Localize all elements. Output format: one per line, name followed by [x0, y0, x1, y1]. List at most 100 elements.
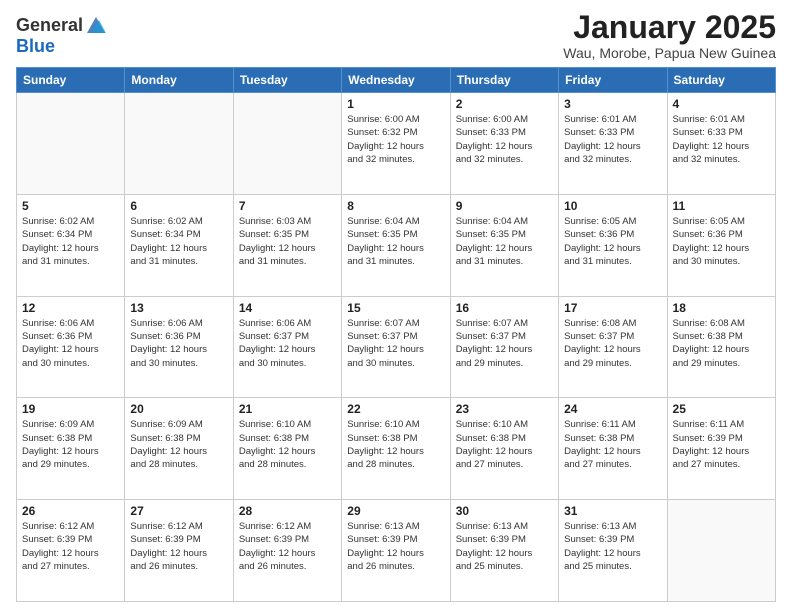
day-info: Sunrise: 6:06 AM Sunset: 6:37 PM Dayligh… [239, 317, 336, 370]
week-row-4: 19 Sunrise: 6:09 AM Sunset: 6:38 PM Dayli… [17, 398, 776, 500]
day-cell: 20 Sunrise: 6:09 AM Sunset: 6:38 PM Dayli… [125, 398, 233, 500]
day-number: 1 [347, 97, 444, 111]
day-cell: 8 Sunrise: 6:04 AM Sunset: 6:35 PM Daylig… [342, 194, 450, 296]
day-info: Sunrise: 6:13 AM Sunset: 6:39 PM Dayligh… [347, 520, 444, 573]
day-info: Sunrise: 6:05 AM Sunset: 6:36 PM Dayligh… [673, 215, 770, 268]
day-info: Sunrise: 6:13 AM Sunset: 6:39 PM Dayligh… [564, 520, 661, 573]
day-info: Sunrise: 6:02 AM Sunset: 6:34 PM Dayligh… [22, 215, 119, 268]
week-row-5: 26 Sunrise: 6:12 AM Sunset: 6:39 PM Dayli… [17, 500, 776, 602]
day-cell: 22Sunrise: 6:10 AM Sunset: 6:38 PM Dayli… [342, 398, 450, 500]
day-info: Sunrise: 6:12 AM Sunset: 6:39 PM Dayligh… [22, 520, 119, 573]
day-number: 18 [673, 301, 770, 315]
day-info: Sunrise: 6:08 AM Sunset: 6:38 PM Dayligh… [673, 317, 770, 370]
day-cell: 9 Sunrise: 6:04 AM Sunset: 6:35 PM Daylig… [450, 194, 558, 296]
day-cell: 14Sunrise: 6:06 AM Sunset: 6:37 PM Dayli… [233, 296, 341, 398]
day-number: 21 [239, 402, 336, 416]
day-cell: 21 Sunrise: 6:10 AM Sunset: 6:38 PM Dayli… [233, 398, 341, 500]
day-info: Sunrise: 6:10 AM Sunset: 6:38 PM Dayligh… [239, 418, 336, 471]
day-number: 12 [22, 301, 119, 315]
day-number: 2 [456, 97, 553, 111]
day-info: Sunrise: 6:01 AM Sunset: 6:33 PM Dayligh… [564, 113, 661, 166]
day-number: 23 [456, 402, 553, 416]
day-info: Sunrise: 6:01 AM Sunset: 6:33 PM Dayligh… [673, 113, 770, 166]
day-cell: 26 Sunrise: 6:12 AM Sunset: 6:39 PM Dayli… [17, 500, 125, 602]
day-number: 30 [456, 504, 553, 518]
day-number: 29 [347, 504, 444, 518]
day-number: 27 [130, 504, 227, 518]
day-number: 4 [673, 97, 770, 111]
page: General Blue January 2025 Wau, Morobe, P… [0, 0, 792, 612]
day-info: Sunrise: 6:04 AM Sunset: 6:35 PM Dayligh… [347, 215, 444, 268]
day-cell: 16Sunrise: 6:07 AM Sunset: 6:37 PM Dayli… [450, 296, 558, 398]
calendar-header-row: Sunday Monday Tuesday Wednesday Thursday… [17, 68, 776, 93]
day-info: Sunrise: 6:03 AM Sunset: 6:35 PM Dayligh… [239, 215, 336, 268]
day-cell: 11 Sunrise: 6:05 AM Sunset: 6:36 PM Dayli… [667, 194, 775, 296]
day-cell: 15Sunrise: 6:07 AM Sunset: 6:37 PM Dayli… [342, 296, 450, 398]
day-cell: 4 Sunrise: 6:01 AM Sunset: 6:33 PM Daylig… [667, 93, 775, 195]
day-info: Sunrise: 6:00 AM Sunset: 6:32 PM Dayligh… [347, 113, 444, 166]
day-info: Sunrise: 6:07 AM Sunset: 6:37 PM Dayligh… [456, 317, 553, 370]
day-number: 8 [347, 199, 444, 213]
logo-icon [85, 15, 107, 37]
logo-blue-text: Blue [16, 36, 55, 56]
day-info: Sunrise: 6:08 AM Sunset: 6:37 PM Dayligh… [564, 317, 661, 370]
day-cell: 17 Sunrise: 6:08 AM Sunset: 6:37 PM Dayli… [559, 296, 667, 398]
location-subtitle: Wau, Morobe, Papua New Guinea [563, 45, 776, 61]
day-number: 19 [22, 402, 119, 416]
day-cell: 7 Sunrise: 6:03 AM Sunset: 6:35 PM Daylig… [233, 194, 341, 296]
day-cell: 25Sunrise: 6:11 AM Sunset: 6:39 PM Dayli… [667, 398, 775, 500]
day-info: Sunrise: 6:10 AM Sunset: 6:38 PM Dayligh… [347, 418, 444, 471]
day-info: Sunrise: 6:06 AM Sunset: 6:36 PM Dayligh… [22, 317, 119, 370]
day-info: Sunrise: 6:04 AM Sunset: 6:35 PM Dayligh… [456, 215, 553, 268]
day-cell: 6Sunrise: 6:02 AM Sunset: 6:34 PM Daylig… [125, 194, 233, 296]
day-cell [667, 500, 775, 602]
day-cell [233, 93, 341, 195]
day-info: Sunrise: 6:12 AM Sunset: 6:39 PM Dayligh… [130, 520, 227, 573]
day-cell: 29 Sunrise: 6:13 AM Sunset: 6:39 PM Dayli… [342, 500, 450, 602]
day-info: Sunrise: 6:09 AM Sunset: 6:38 PM Dayligh… [130, 418, 227, 471]
week-row-2: 5 Sunrise: 6:02 AM Sunset: 6:34 PM Daylig… [17, 194, 776, 296]
day-info: Sunrise: 6:06 AM Sunset: 6:36 PM Dayligh… [130, 317, 227, 370]
logo-general-text: General [16, 16, 83, 36]
day-cell: 1 Sunrise: 6:00 AM Sunset: 6:32 PM Daylig… [342, 93, 450, 195]
day-number: 28 [239, 504, 336, 518]
day-number: 17 [564, 301, 661, 315]
day-cell [17, 93, 125, 195]
month-title: January 2025 [563, 10, 776, 45]
day-cell: 19 Sunrise: 6:09 AM Sunset: 6:38 PM Dayli… [17, 398, 125, 500]
col-tuesday: Tuesday [233, 68, 341, 93]
day-number: 26 [22, 504, 119, 518]
day-number: 3 [564, 97, 661, 111]
col-friday: Friday [559, 68, 667, 93]
logo: General Blue [16, 15, 107, 57]
calendar-table: Sunday Monday Tuesday Wednesday Thursday… [16, 67, 776, 602]
day-info: Sunrise: 6:05 AM Sunset: 6:36 PM Dayligh… [564, 215, 661, 268]
day-number: 20 [130, 402, 227, 416]
day-cell: 13 Sunrise: 6:06 AM Sunset: 6:36 PM Dayli… [125, 296, 233, 398]
day-number: 7 [239, 199, 336, 213]
day-cell: 28 Sunrise: 6:12 AM Sunset: 6:39 PM Dayli… [233, 500, 341, 602]
day-number: 9 [456, 199, 553, 213]
day-number: 15 [347, 301, 444, 315]
day-number: 10 [564, 199, 661, 213]
day-info: Sunrise: 6:09 AM Sunset: 6:38 PM Dayligh… [22, 418, 119, 471]
day-cell: 24Sunrise: 6:11 AM Sunset: 6:38 PM Dayli… [559, 398, 667, 500]
day-cell: 18 Sunrise: 6:08 AM Sunset: 6:38 PM Dayli… [667, 296, 775, 398]
day-info: Sunrise: 6:10 AM Sunset: 6:38 PM Dayligh… [456, 418, 553, 471]
week-row-1: 1 Sunrise: 6:00 AM Sunset: 6:32 PM Daylig… [17, 93, 776, 195]
day-info: Sunrise: 6:02 AM Sunset: 6:34 PM Dayligh… [130, 215, 227, 268]
day-info: Sunrise: 6:12 AM Sunset: 6:39 PM Dayligh… [239, 520, 336, 573]
day-number: 13 [130, 301, 227, 315]
day-number: 31 [564, 504, 661, 518]
header: General Blue January 2025 Wau, Morobe, P… [16, 10, 776, 61]
col-saturday: Saturday [667, 68, 775, 93]
col-thursday: Thursday [450, 68, 558, 93]
day-cell [125, 93, 233, 195]
day-cell: 5 Sunrise: 6:02 AM Sunset: 6:34 PM Daylig… [17, 194, 125, 296]
day-info: Sunrise: 6:11 AM Sunset: 6:39 PM Dayligh… [673, 418, 770, 471]
day-number: 11 [673, 199, 770, 213]
week-row-3: 12 Sunrise: 6:06 AM Sunset: 6:36 PM Dayli… [17, 296, 776, 398]
day-cell: 3 Sunrise: 6:01 AM Sunset: 6:33 PM Daylig… [559, 93, 667, 195]
day-number: 24 [564, 402, 661, 416]
day-number: 5 [22, 199, 119, 213]
